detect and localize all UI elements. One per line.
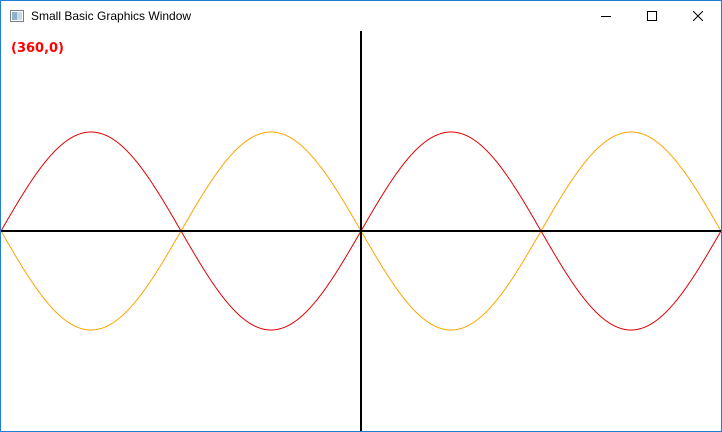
minimize-button[interactable] (583, 1, 629, 31)
title-bar[interactable]: Small Basic Graphics Window (1, 1, 721, 31)
window-title: Small Basic Graphics Window (31, 9, 192, 23)
coordinate-readout: (360,0) (11, 41, 65, 56)
maximize-button[interactable] (629, 1, 675, 31)
small-basic-app-icon (10, 9, 24, 22)
sine-plot (1, 31, 721, 431)
graphics-canvas[interactable]: (360,0) (1, 31, 721, 431)
graphics-window: Small Basic Graphics Window (360,0) (0, 0, 722, 432)
close-icon (693, 11, 703, 21)
minimize-icon (601, 11, 611, 21)
maximize-icon (647, 11, 657, 21)
close-button[interactable] (675, 1, 721, 31)
